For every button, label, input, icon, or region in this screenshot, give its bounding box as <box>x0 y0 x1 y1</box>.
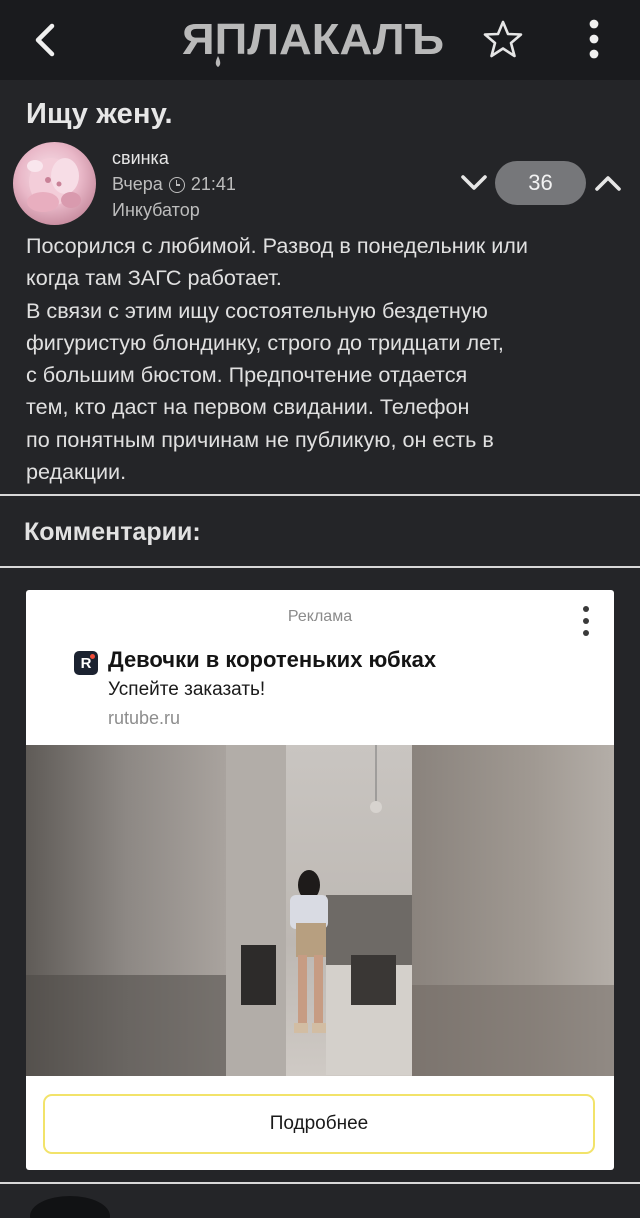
post-section[interactable]: Инкубатор <box>112 200 200 221</box>
post-body-line: с большим бюстом. Предпочтение отдается <box>26 362 468 388</box>
ad-domain[interactable]: rutube.ru <box>108 708 180 729</box>
divider <box>0 566 640 568</box>
chevron-up-icon <box>595 176 621 191</box>
post-body-line: В связи с этим ищу состоятельную бездетн… <box>26 297 488 323</box>
ad-card[interactable]: Реклама R Девочки в коротеньких юбках Ус… <box>26 590 614 1170</box>
divider <box>0 494 640 496</box>
top-bar: ЯПЛАКАЛЪ <box>0 0 640 80</box>
post-body-line: по понятным причинам не публикую, он ест… <box>26 426 494 452</box>
rutube-logo-icon: R <box>74 651 98 675</box>
ad-menu-button[interactable] <box>576 604 596 640</box>
post-body: Посорился с любимой. Развод в понедельни… <box>26 230 616 488</box>
vote-down-button[interactable] <box>458 170 490 196</box>
next-avatar <box>30 1196 110 1218</box>
ad-image[interactable] <box>26 745 614 1076</box>
ad-subtitle: Успейте заказать! <box>108 679 266 700</box>
chevron-left-icon <box>35 23 55 57</box>
divider <box>0 1182 640 1184</box>
menu-button[interactable] <box>578 16 610 62</box>
vote-up-button[interactable] <box>592 170 624 196</box>
kebab-menu-icon <box>583 606 589 636</box>
star-outline-icon <box>483 20 523 58</box>
post-time: 21:41 <box>190 174 236 194</box>
post-body-line: тем, кто даст на первом свидании. Телефо… <box>26 394 470 420</box>
site-logo[interactable]: ЯПЛАКАЛЪ <box>182 14 458 70</box>
post-date: Вчера 21:41 <box>112 174 236 195</box>
clock-icon <box>168 176 185 193</box>
avatar[interactable] <box>13 142 96 225</box>
favorite-button[interactable] <box>482 18 524 60</box>
author-name[interactable]: свинка <box>112 148 169 169</box>
back-button[interactable] <box>28 18 68 62</box>
kebab-menu-icon <box>589 19 599 59</box>
ad-title[interactable]: Девочки в коротеньких юбках <box>108 647 436 673</box>
post-date-label: Вчера <box>112 174 163 194</box>
post-body-line: когда там ЗАГС работает. <box>26 265 282 291</box>
post-title: Ищу жену. <box>26 98 173 130</box>
chevron-down-icon <box>461 175 487 190</box>
comments-heading: Комментарии: <box>24 518 201 546</box>
post-body-line: Посорился с любимой. Развод в понедельни… <box>26 233 528 258</box>
svg-text:ЯПЛАКАЛЪ: ЯПЛАКАЛЪ <box>182 15 444 64</box>
post-body-line: редакции. <box>26 459 127 485</box>
rating-badge: 36 <box>495 161 586 205</box>
post-body-line: фигуристую блондинку, строго до тридцати… <box>26 329 504 355</box>
ad-label: Реклама <box>287 608 353 625</box>
learn-more-button[interactable]: Подробнее <box>43 1094 595 1154</box>
